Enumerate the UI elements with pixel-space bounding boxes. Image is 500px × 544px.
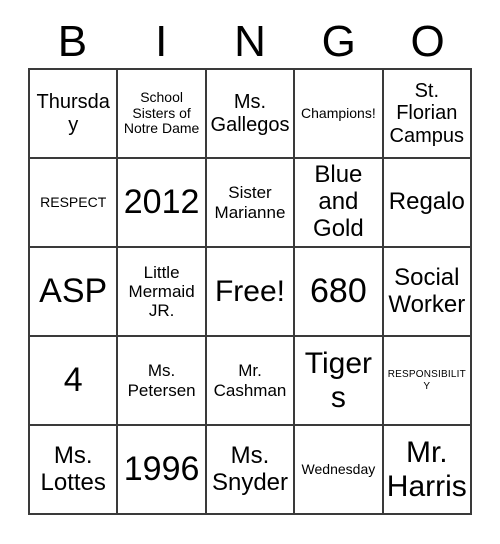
bingo-cell-label: Mr. Cashman — [213, 361, 287, 400]
bingo-header-letter-i: I — [155, 17, 168, 66]
bingo-header-letter-b: B — [57, 17, 88, 66]
bingo-cell-i2[interactable]: 2012 — [118, 159, 207, 248]
bingo-cell-label: Ms. Gallegos — [210, 91, 290, 136]
bingo-cell-n1[interactable]: Ms. Gallegos — [206, 70, 296, 159]
bingo-cell-label: Blue and Gold — [313, 161, 364, 242]
bingo-grid: Thursday School Sisters of Notre Dame Ms… — [28, 68, 472, 515]
bingo-cell-o5[interactable]: Mr. Harris — [383, 426, 472, 515]
bingo-cell-n4[interactable]: Mr. Cashman — [206, 337, 296, 426]
bingo-cell-label: Thursday — [36, 91, 110, 136]
bingo-cell-o2[interactable]: Regalo — [383, 159, 472, 248]
bingo-cell-i4[interactable]: Ms. Petersen — [118, 337, 207, 426]
bingo-cell-label: RESPONSIBILITY — [387, 369, 466, 392]
bingo-cell-label: Ms. Petersen — [127, 361, 196, 400]
bingo-cell-b4[interactable]: 4 — [30, 337, 119, 426]
bingo-cell-label: Ms. Lottes — [40, 441, 106, 496]
bingo-cell-label: ASP — [39, 272, 108, 311]
bingo-cell-label: 680 — [310, 272, 367, 311]
bingo-cell-b2[interactable]: RESPECT — [30, 159, 119, 248]
bingo-cell-g1[interactable]: Champions! — [295, 70, 384, 159]
bingo-cell-label: Social Worker — [388, 263, 466, 318]
bingo-cell-i3[interactable]: Little Mermaid JR. — [118, 248, 207, 337]
bingo-cell-label: Ms. Snyder — [211, 441, 289, 496]
bingo-cell-label: 2012 — [123, 183, 200, 222]
bingo-header-row: B I N G O — [28, 16, 472, 68]
bingo-card: B I N G O Thursday School Sisters of Not… — [0, 0, 500, 544]
bingo-cell-b3[interactable]: ASP — [30, 248, 119, 337]
bingo-cell-label: Wednesday — [301, 460, 376, 477]
bingo-cell-o3[interactable]: Social Worker — [383, 248, 472, 337]
bingo-cell-g5[interactable]: Wednesday — [295, 426, 384, 515]
bingo-cell-label: Sister Marianne — [214, 183, 286, 222]
bingo-cell-label: St. Florian Campus — [389, 79, 465, 147]
bingo-cell-n5[interactable]: Ms. Snyder — [206, 426, 296, 515]
bingo-cell-n2[interactable]: Sister Marianne — [206, 159, 296, 248]
bingo-cell-label: Regalo — [388, 188, 465, 216]
bingo-cell-label: Mr. Harris — [386, 435, 467, 503]
bingo-cell-o1[interactable]: St. Florian Campus — [383, 70, 472, 159]
bingo-cell-label: Little Mermaid JR. — [128, 262, 195, 321]
bingo-cell-g4[interactable]: Tigers — [295, 337, 384, 426]
bingo-cell-label: 4 — [63, 361, 83, 400]
bingo-cell-label: Champions! — [301, 104, 376, 121]
bingo-header-letter-g: G — [321, 17, 356, 66]
bingo-cell-g3[interactable]: 680 — [295, 248, 384, 337]
bingo-cell-b5[interactable]: Ms. Lottes — [30, 426, 119, 515]
bingo-cell-g2[interactable]: Blue and Gold — [295, 159, 384, 248]
bingo-cell-label: Free! — [214, 274, 285, 308]
bingo-cell-label: Tigers — [304, 346, 373, 414]
bingo-cell-label: 1996 — [123, 450, 200, 489]
bingo-cell-o4[interactable]: RESPONSIBILITY — [383, 337, 472, 426]
bingo-cell-label: School Sisters of Notre Dame — [123, 88, 200, 137]
bingo-cell-free-space[interactable]: Free! — [206, 248, 296, 337]
bingo-cell-label: RESPECT — [40, 193, 107, 210]
bingo-cell-b1[interactable]: Thursday — [30, 70, 119, 159]
bingo-cell-i5[interactable]: 1996 — [118, 426, 207, 515]
bingo-header-letter-o: O — [410, 17, 445, 66]
bingo-header-letter-n: N — [234, 17, 266, 66]
bingo-cell-i1[interactable]: School Sisters of Notre Dame — [118, 70, 207, 159]
